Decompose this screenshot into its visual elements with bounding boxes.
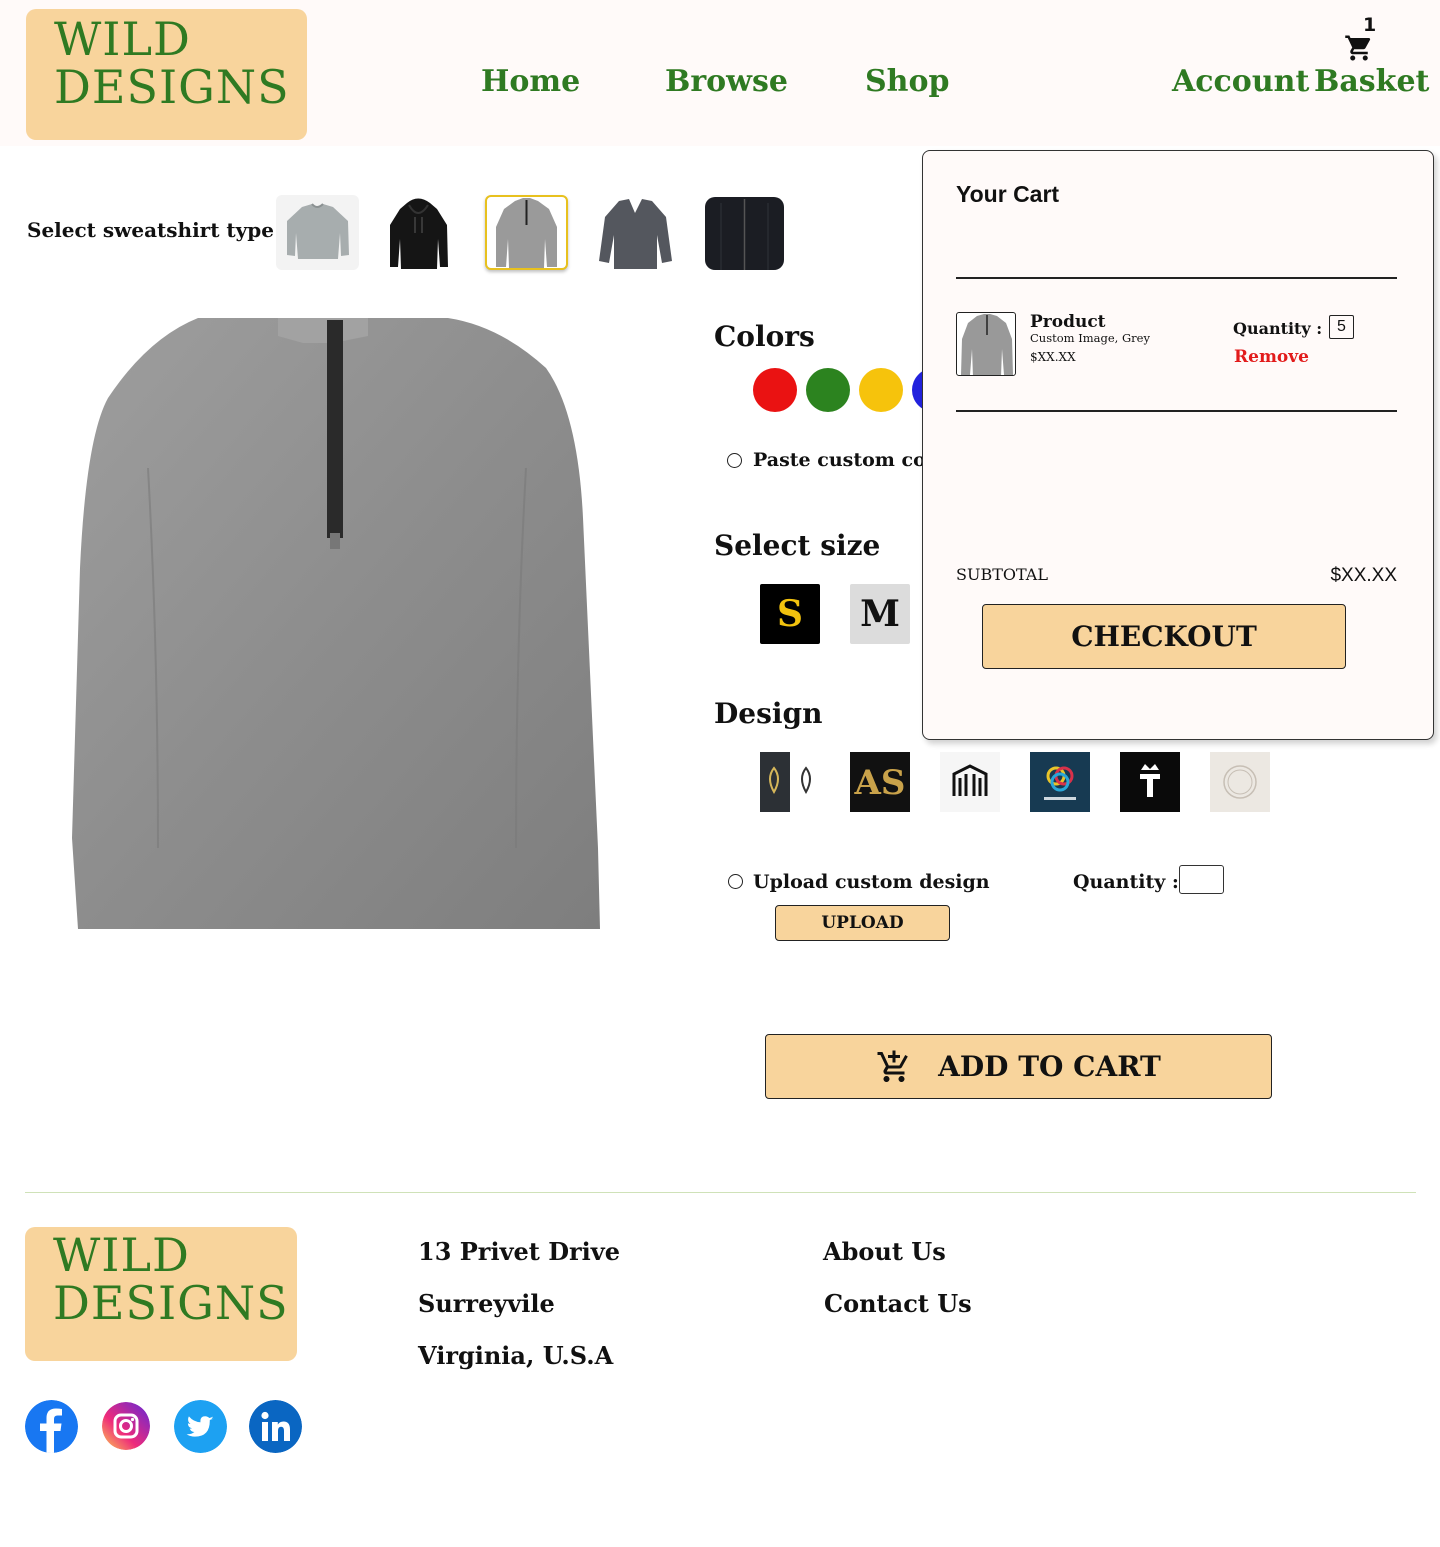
quantity-input[interactable]	[1179, 865, 1224, 894]
cart-title: Your Cart	[956, 181, 1060, 207]
cart-item-quantity-input[interactable]: 5	[1329, 315, 1354, 339]
sweatshirt-type-label: Select sweatshirt type	[27, 218, 274, 242]
type-hoodie[interactable]	[377, 195, 460, 270]
subtotal-label: SUBTOTAL	[956, 565, 1048, 584]
upload-button[interactable]: UPLOAD	[775, 905, 950, 941]
size-option-m[interactable]: M	[850, 584, 910, 644]
color-swatch-red[interactable]	[753, 368, 797, 412]
footer-logo-line-2: DESIGNS	[53, 1276, 289, 1331]
design-option-seal[interactable]	[1210, 752, 1270, 812]
footer-link-contact[interactable]: Contact Us	[824, 1289, 972, 1318]
cart-item-name: Product	[1030, 312, 1106, 332]
linkedin-icon[interactable]	[249, 1400, 302, 1453]
footer-link-about[interactable]: About Us	[823, 1237, 946, 1266]
footer-logo-line-1: WILD	[53, 1228, 190, 1282]
facebook-icon[interactable]	[25, 1400, 78, 1453]
product-image	[68, 318, 602, 929]
nav-account[interactable]: Account	[1172, 64, 1309, 99]
logo-line-1: WILD	[54, 12, 191, 66]
address-line-2: Surreyvile	[418, 1289, 555, 1318]
cart-panel: Your Cart Product Custom Image, Grey $XX…	[922, 150, 1434, 740]
color-swatch-yellow[interactable]	[859, 368, 903, 412]
design-option-leaf[interactable]	[760, 752, 820, 812]
design-title: Design	[714, 697, 823, 730]
footer-logo[interactable]: WILD DESIGNS	[25, 1227, 297, 1361]
design-option-building[interactable]	[940, 752, 1000, 812]
size-title: Select size	[714, 529, 881, 562]
custom-color-radio[interactable]	[727, 453, 742, 468]
size-option-s[interactable]: S	[760, 584, 820, 644]
nav-shop[interactable]: Shop	[865, 64, 949, 99]
color-swatch-green[interactable]	[806, 368, 850, 412]
cart-item-description: Custom Image, Grey	[1030, 331, 1150, 345]
address-line-1: 13 Privet Drive	[418, 1237, 621, 1266]
design-option-crown[interactable]	[1120, 752, 1180, 812]
add-to-cart-button[interactable]: ADD TO CART	[765, 1034, 1272, 1099]
nav-basket[interactable]: Basket	[1314, 64, 1429, 99]
upload-design-label: Upload custom design	[753, 871, 990, 893]
subtotal-value: $XX.XX	[1330, 565, 1397, 586]
cart-item-quantity-label: Quantity :	[1233, 319, 1323, 338]
cart-item-price: $XX.XX	[1030, 350, 1076, 364]
upload-design-radio[interactable]	[728, 874, 743, 889]
quantity-label: Quantity :	[1073, 871, 1179, 893]
footer-divider	[25, 1192, 1416, 1193]
cart-divider-bottom	[956, 410, 1397, 412]
svg-text:AS: AS	[854, 763, 906, 803]
checkout-button[interactable]: CHECKOUT	[982, 604, 1346, 669]
site-logo[interactable]: WILD DESIGNS	[26, 9, 307, 140]
logo-line-2: DESIGNS	[54, 60, 290, 115]
add-cart-icon	[877, 1050, 908, 1082]
cart-divider-top	[956, 277, 1397, 279]
type-zip-jacket[interactable]	[703, 195, 786, 270]
type-vneck[interactable]	[594, 195, 677, 270]
nav-home[interactable]: Home	[481, 64, 580, 99]
design-option-as[interactable]: AS	[850, 752, 910, 812]
cart-item-remove-link[interactable]: Remove	[1234, 347, 1309, 367]
add-to-cart-label: ADD TO CART	[938, 1050, 1161, 1083]
colors-title: Colors	[714, 320, 815, 353]
type-quarter-zip[interactable]	[485, 195, 568, 270]
type-crewneck[interactable]	[276, 195, 359, 270]
design-option-abstract[interactable]	[1030, 752, 1090, 812]
twitter-icon[interactable]	[174, 1400, 227, 1453]
address-line-3: Virginia, U.S.A	[418, 1341, 614, 1370]
nav-browse[interactable]: Browse	[665, 64, 788, 99]
cart-item-thumbnail	[956, 312, 1016, 376]
instagram-icon[interactable]	[102, 1402, 150, 1450]
cart-icon[interactable]	[1344, 33, 1374, 63]
